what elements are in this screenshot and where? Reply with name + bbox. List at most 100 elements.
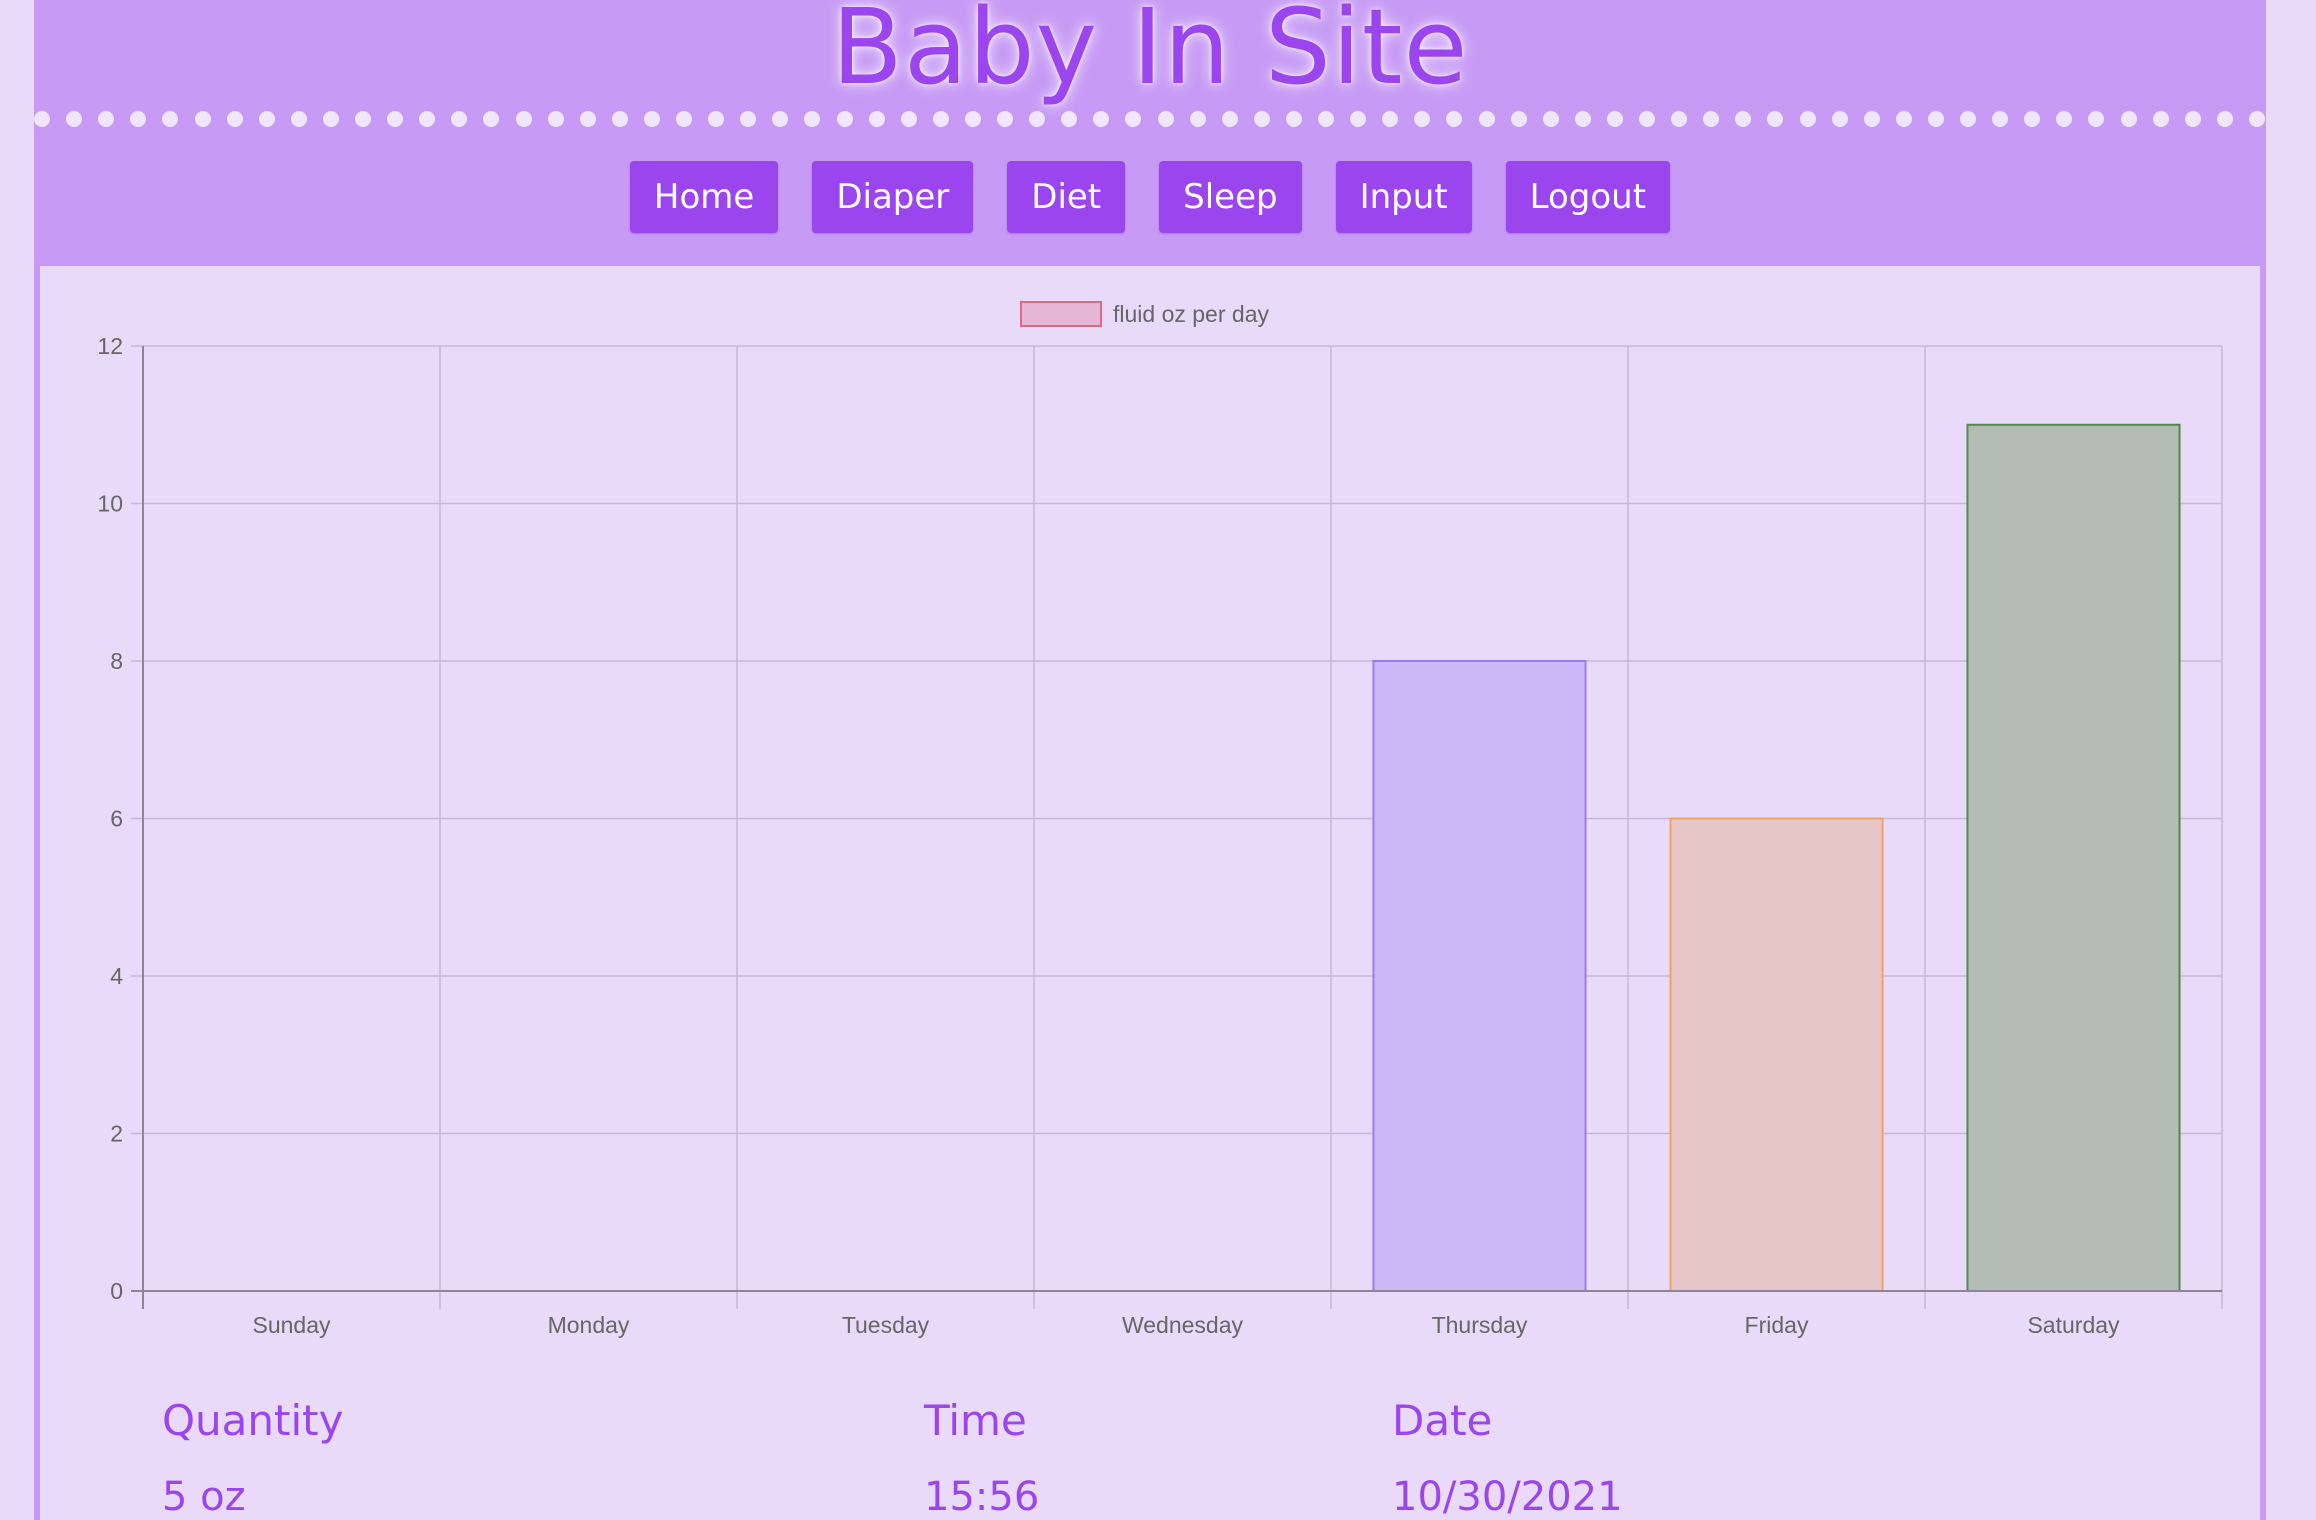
divider-dot xyxy=(1350,111,1367,127)
divider-dot xyxy=(740,111,757,127)
divider-dot xyxy=(611,111,628,127)
divider-dot xyxy=(2056,111,2073,127)
divider-dot xyxy=(2184,111,2201,127)
bar-saturday xyxy=(1966,423,2181,1292)
divider-dot xyxy=(868,111,885,127)
y-tick-label: 0 xyxy=(110,1278,123,1304)
chart-axes: 0 2 4 6 8 10 12 Sunday Monday Tuesday Wednesday Thu… xyxy=(97,333,2222,1338)
x-tick-label: Monday xyxy=(548,1312,630,1338)
row-time: 15:56 xyxy=(924,1474,1040,1520)
divider-dot xyxy=(1767,111,1784,127)
divider-dot xyxy=(676,111,692,127)
divider-dot xyxy=(997,111,1013,127)
divider-dot xyxy=(66,111,83,127)
divider-dot xyxy=(1478,111,1495,127)
divider-dot xyxy=(387,111,404,127)
x-tick-label: Thursday xyxy=(1432,1312,1528,1338)
divider-dot xyxy=(1927,111,1944,127)
divider-dot xyxy=(1029,111,1046,127)
legend-swatch xyxy=(1020,301,1102,327)
divider-dot xyxy=(1992,111,2009,127)
divider-dot xyxy=(1189,111,1206,127)
y-tick-label: 10 xyxy=(97,491,123,517)
divider-dot xyxy=(1446,111,1463,127)
divider-dot xyxy=(1895,111,1912,127)
divider-dot xyxy=(322,111,339,127)
bar-thursday xyxy=(1372,660,1587,1292)
divider-dot xyxy=(194,111,211,127)
divider-dot xyxy=(419,111,436,127)
row-date: 10/30/2021 xyxy=(1392,1474,1623,1520)
x-tick-label: Sunday xyxy=(252,1312,331,1338)
divider-dot xyxy=(1093,111,1110,127)
divider-dot xyxy=(130,111,147,127)
legend-label: fluid oz per day xyxy=(1113,301,1269,327)
divider-dot xyxy=(1414,111,1431,127)
divider-dot xyxy=(258,111,275,127)
divider-dot xyxy=(1382,111,1399,127)
chart-legend[interactable]: fluid oz per day xyxy=(1020,301,1269,327)
divider-dot xyxy=(2152,111,2169,127)
quantity-header: Quantity xyxy=(162,1396,344,1445)
site-header: Baby In Site Home Diaper Diet Sleep Input Log… xyxy=(34,0,2266,266)
divider-dot xyxy=(1831,111,1848,127)
divider-dot xyxy=(1542,111,1559,127)
divider-dot xyxy=(836,111,853,127)
divider-dot xyxy=(2120,111,2137,127)
divider-dot xyxy=(1735,111,1752,127)
x-tick-label: Tuesday xyxy=(842,1312,930,1338)
divider-dot xyxy=(1574,111,1591,127)
nav-diaper-button[interactable]: Diaper xyxy=(812,161,974,233)
divider-dot xyxy=(355,111,371,127)
divider-dot xyxy=(708,111,725,127)
divider-dot xyxy=(34,111,50,127)
divider-dot xyxy=(1799,111,1816,127)
nav-logout-button[interactable]: Logout xyxy=(1505,161,1671,233)
divider-dot xyxy=(162,111,179,127)
main-nav: Home Diaper Diet Sleep Input Logout xyxy=(34,161,2266,233)
diet-bar-chart: 0 2 4 6 8 10 12 Sunday Monday Tuesday Wednesday Thu… xyxy=(97,301,2223,1338)
divider-dot xyxy=(1285,111,1302,127)
bar-friday xyxy=(1669,817,1884,1292)
divider-dot xyxy=(290,111,307,127)
divider-dot xyxy=(1253,111,1270,127)
x-tick-label: Friday xyxy=(1745,1312,1809,1338)
divider-dot xyxy=(772,111,789,127)
y-tick-label: 12 xyxy=(97,333,123,359)
divider-dot xyxy=(1157,111,1174,127)
divider-dot xyxy=(2248,111,2265,127)
divider-dot xyxy=(2088,111,2105,127)
divider-dot xyxy=(1125,111,1142,127)
divider-dot xyxy=(451,111,468,127)
main-content: 0 2 4 6 8 10 12 Sunday Monday Tuesday Wednesday Thu… xyxy=(40,266,2260,1520)
divider-dot xyxy=(1703,111,1720,127)
divider-dot xyxy=(804,111,821,127)
nav-input-button[interactable]: Input xyxy=(1335,161,1472,233)
time-header: Time xyxy=(924,1396,1027,1445)
divider-dot xyxy=(515,111,532,127)
divider-dot xyxy=(98,111,115,127)
chart-bars xyxy=(1372,423,2181,1292)
divider-dot xyxy=(932,111,949,127)
divider-dot xyxy=(579,111,596,127)
divider-dot xyxy=(2024,111,2041,127)
divider-dot xyxy=(226,111,243,127)
nav-sleep-button[interactable]: Sleep xyxy=(1159,161,1302,233)
nav-home-button[interactable]: Home xyxy=(629,161,779,233)
chart-grid xyxy=(131,345,2223,1309)
divider-dot xyxy=(483,111,500,127)
divider-dot xyxy=(643,111,660,127)
date-header: Date xyxy=(1392,1396,1493,1445)
y-tick-label: 6 xyxy=(110,806,123,832)
divider-dot xyxy=(1639,111,1655,127)
divider-dot xyxy=(900,111,917,127)
divider-dot xyxy=(1510,111,1527,127)
x-tick-label: Saturday xyxy=(2027,1312,2120,1338)
x-tick-label: Wednesday xyxy=(1122,1312,1244,1338)
nav-diet-button[interactable]: Diet xyxy=(1007,161,1126,233)
divider-dot xyxy=(1318,111,1334,127)
divider-dot xyxy=(964,111,981,127)
y-tick-label: 4 xyxy=(110,963,123,989)
divider-dot xyxy=(1221,111,1238,127)
site-title: Baby In Site xyxy=(831,0,1469,108)
